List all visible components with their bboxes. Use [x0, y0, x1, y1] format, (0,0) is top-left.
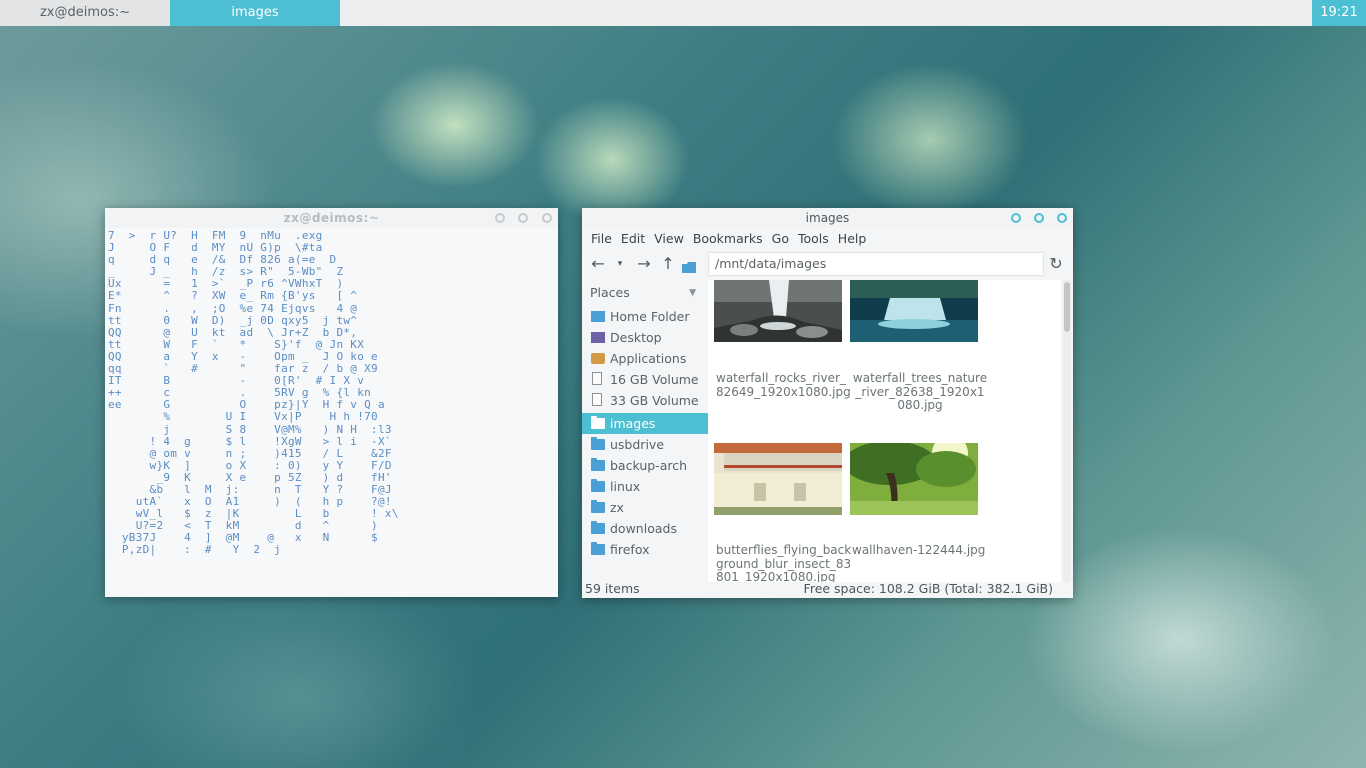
- sidebar-item-backup-arch[interactable]: backup-arch: [582, 455, 708, 476]
- sidebar-item-label: backup-arch: [610, 458, 688, 473]
- close-button[interactable]: [542, 213, 552, 223]
- sidebar: Places ▼ Home Folder Desktop Application…: [582, 280, 708, 580]
- sidebar-item-home[interactable]: Home Folder: [582, 306, 708, 327]
- sidebar-item-label: linux: [610, 479, 641, 494]
- scrollbar[interactable]: [1063, 280, 1071, 582]
- sidebar-item-images[interactable]: images: [582, 413, 708, 434]
- places-header[interactable]: Places ▼: [582, 280, 708, 306]
- sidebar-item-desktop[interactable]: Desktop: [582, 327, 708, 348]
- sidebar-item-label: zx: [610, 500, 624, 515]
- menu-bookmarks[interactable]: Bookmarks: [684, 228, 763, 250]
- status-bar: 59 items Free space: 108.2 GiB (Total: 3…: [582, 580, 1073, 598]
- terminal-output[interactable]: 7 > r U? H FM 9 nMu .exg J O F d MY nU G…: [108, 230, 556, 595]
- free-space: Free space: 108.2 GiB (Total: 382.1 GiB): [803, 581, 1053, 596]
- sidebar-item-firefox[interactable]: firefox: [582, 539, 708, 560]
- sidebar-item-label: 16 GB Volume: [610, 372, 699, 387]
- menu-file[interactable]: File: [582, 228, 612, 250]
- terminal-title: zx@deimos:~: [283, 211, 380, 225]
- sidebar-item-applications[interactable]: Applications: [582, 348, 708, 369]
- arrow-right-icon[interactable]: →: [634, 254, 654, 274]
- terminal-titlebar[interactable]: zx@deimos:~: [105, 208, 558, 228]
- file-manager-window: images File Edit View Bookmarks Go Tools Help …: [582, 208, 1073, 598]
- taskbar-item-images[interactable]: images: [170, 0, 340, 26]
- minimize-button[interactable]: [1011, 213, 1022, 223]
- folder-icon: [591, 500, 605, 513]
- sidebar-item-label: images: [610, 416, 656, 431]
- drive-icon: [592, 393, 602, 406]
- arrow-up-icon[interactable]: ↑: [658, 254, 678, 274]
- top-panel: zx@deimos:~ images 19:21: [0, 0, 1366, 26]
- reload-icon[interactable]: ↻: [1046, 254, 1066, 274]
- sidebar-item-label: Applications: [610, 351, 687, 366]
- home-icon: [591, 311, 605, 322]
- sidebar-item-linux[interactable]: linux: [582, 476, 708, 497]
- file-manager-titlebar[interactable]: images: [582, 208, 1073, 228]
- sidebar-item-label: firefox: [610, 542, 650, 557]
- maximize-button[interactable]: [1034, 213, 1045, 223]
- scrollbar-thumb[interactable]: [1064, 282, 1070, 332]
- arrow-left-icon[interactable]: ←: [588, 254, 608, 274]
- sidebar-item-label: usbdrive: [610, 437, 665, 452]
- menu-help[interactable]: Help: [829, 228, 867, 250]
- location-bar[interactable]: /mnt/data/images: [708, 252, 1044, 276]
- sidebar-item-usbdrive[interactable]: usbdrive: [582, 434, 708, 455]
- folder-icon: [591, 479, 605, 492]
- file-name[interactable]: wallhaven-122444.jpg: [852, 543, 988, 558]
- sidebar-item-zx[interactable]: zx: [582, 497, 708, 518]
- sidebar-item-33gb-volume[interactable]: 33 GB Volume: [582, 390, 708, 411]
- file-thumbnail[interactable]: [844, 435, 978, 515]
- sidebar-item-downloads[interactable]: downloads: [582, 518, 708, 539]
- file-name[interactable]: waterfall_trees_nature_river_82638_1920x…: [852, 371, 988, 413]
- sidebar-item-16gb-volume[interactable]: 16 GB Volume: [582, 369, 708, 390]
- maximize-button[interactable]: [518, 213, 529, 223]
- menu-bar: File Edit View Bookmarks Go Tools Help: [582, 228, 1073, 250]
- file-thumbnail[interactable]: [714, 280, 842, 342]
- file-thumbnail[interactable]: [714, 443, 842, 515]
- folder-icon: [682, 258, 696, 273]
- minimize-button[interactable]: [494, 213, 505, 223]
- matrix-rain-text: 7 > r U? H FM 9 nMu .exg J O F d MY nU G…: [108, 230, 399, 557]
- file-view[interactable]: waterfall_rocks_river_82649_1920x1080.jp…: [708, 280, 1061, 582]
- terminal-window: zx@deimos:~ 7 > r U? H FM 9 nMu .exg J O…: [105, 208, 558, 597]
- folder-icon: [591, 521, 605, 534]
- menu-tools[interactable]: Tools: [789, 228, 829, 250]
- collapse-arrow-icon[interactable]: ▼: [689, 280, 696, 306]
- sidebar-item-label: 33 GB Volume: [610, 393, 699, 408]
- taskbar-item-terminal[interactable]: zx@deimos:~: [0, 0, 170, 26]
- file-manager-title: images: [805, 211, 850, 225]
- file-name[interactable]: butterflies_flying_background_blur_insec…: [716, 543, 852, 582]
- item-count: 59 items: [585, 581, 640, 596]
- file-name[interactable]: waterfall_rocks_river_82649_1920x1080.jp…: [716, 371, 852, 399]
- folder-icon: [591, 437, 605, 450]
- menu-view[interactable]: View: [645, 228, 684, 250]
- menu-go[interactable]: Go: [763, 228, 789, 250]
- folder-icon: [591, 542, 605, 555]
- close-button[interactable]: [1057, 213, 1067, 223]
- sidebar-item-label: Desktop: [610, 330, 662, 345]
- dropdown-arrow-icon[interactable]: ▾: [610, 254, 630, 274]
- drive-icon: [592, 372, 602, 385]
- file-thumbnail[interactable]: [850, 280, 978, 342]
- desktop-icon: [591, 332, 605, 343]
- toolbar: ← ▾ → ↑ /mnt/data/images ↻: [582, 250, 1073, 280]
- menu-edit[interactable]: Edit: [612, 228, 645, 250]
- clock[interactable]: 19:21: [1312, 0, 1366, 26]
- applications-icon: [591, 353, 605, 364]
- sidebar-item-label: downloads: [610, 521, 677, 536]
- folder-icon: [591, 416, 605, 429]
- places-header-label: Places: [590, 285, 630, 300]
- sidebar-item-label: Home Folder: [610, 309, 690, 324]
- folder-icon: [591, 458, 605, 471]
